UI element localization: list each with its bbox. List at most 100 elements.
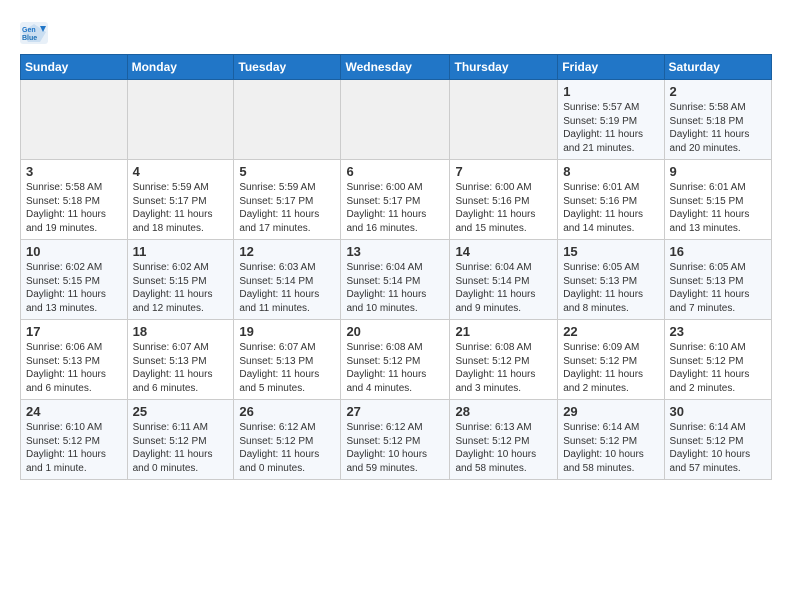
day-number: 16 xyxy=(670,244,766,259)
calendar-cell: 13 Sunrise: 6:04 AM Sunset: 5:14 PM Dayli… xyxy=(341,240,450,320)
logo: Gen Blue xyxy=(20,22,52,44)
day-info: Sunrise: 6:13 AM Sunset: 5:12 PM Dayligh… xyxy=(455,421,552,475)
day-info: Sunrise: 6:07 AM Sunset: 5:13 PM Dayligh… xyxy=(133,341,229,395)
day-info: Sunrise: 6:04 AM Sunset: 5:14 PM Dayligh… xyxy=(346,261,444,315)
calendar-cell: 29 Sunrise: 6:14 AM Sunset: 5:12 PM Dayli… xyxy=(558,400,664,480)
calendar-cell xyxy=(234,80,341,160)
calendar-cell: 6 Sunrise: 6:00 AM Sunset: 5:17 PM Daylig… xyxy=(341,160,450,240)
calendar-cell: 14Sunrise: 6:04 AM Sunset: 5:14 PM Dayli… xyxy=(450,240,558,320)
calendar-cell xyxy=(450,80,558,160)
day-number: 26 xyxy=(239,404,335,419)
week-row-2: 10 Sunrise: 6:02 AM Sunset: 5:15 PM Dayli… xyxy=(21,240,772,320)
week-row-1: 3 Sunrise: 5:58 AM Sunset: 5:18 PM Daylig… xyxy=(21,160,772,240)
calendar-cell: 12 Sunrise: 6:03 AM Sunset: 5:14 PM Dayli… xyxy=(234,240,341,320)
day-info: Sunrise: 6:08 AM Sunset: 5:12 PM Dayligh… xyxy=(455,341,552,395)
calendar-cell: 9Sunrise: 6:01 AM Sunset: 5:15 PM Daylig… xyxy=(664,160,771,240)
day-info: Sunrise: 6:10 AM Sunset: 5:12 PM Dayligh… xyxy=(670,341,766,395)
weekday-thursday: Thursday xyxy=(450,55,558,80)
calendar-cell: 17 Sunrise: 6:06 AM Sunset: 5:13 PM Dayli… xyxy=(21,320,128,400)
calendar-cell: 21 Sunrise: 6:08 AM Sunset: 5:12 PM Dayli… xyxy=(450,320,558,400)
day-info: Sunrise: 6:12 AM Sunset: 5:12 PM Dayligh… xyxy=(239,421,335,475)
day-number: 30 xyxy=(670,404,766,419)
header: Gen Blue xyxy=(20,18,772,44)
day-number: 6 xyxy=(346,164,444,179)
day-number: 17 xyxy=(26,324,122,339)
calendar-cell: 10 Sunrise: 6:02 AM Sunset: 5:15 PM Dayli… xyxy=(21,240,128,320)
day-number: 15 xyxy=(563,244,658,259)
calendar-cell xyxy=(127,80,234,160)
calendar-cell: 4 Sunrise: 5:59 AM Sunset: 5:17 PM Daylig… xyxy=(127,160,234,240)
calendar-cell: 2 Sunrise: 5:58 AM Sunset: 5:18 PM Daylig… xyxy=(664,80,771,160)
calendar-cell: 27 Sunrise: 6:12 AM Sunset: 5:12 PM Dayli… xyxy=(341,400,450,480)
day-info: Sunrise: 6:02 AM Sunset: 5:15 PM Dayligh… xyxy=(133,261,229,315)
day-info: Sunrise: 6:09 AM Sunset: 5:12 PM Dayligh… xyxy=(563,341,658,395)
day-number: 5 xyxy=(239,164,335,179)
day-number: 27 xyxy=(346,404,444,419)
day-info: Sunrise: 6:12 AM Sunset: 5:12 PM Dayligh… xyxy=(346,421,444,475)
day-number: 8 xyxy=(563,164,658,179)
day-number: 2 xyxy=(670,84,766,99)
day-number: 29 xyxy=(563,404,658,419)
calendar-cell: 7 Sunrise: 6:00 AM Sunset: 5:16 PM Daylig… xyxy=(450,160,558,240)
calendar-cell: 28 Sunrise: 6:13 AM Sunset: 5:12 PM Dayli… xyxy=(450,400,558,480)
calendar-header: SundayMondayTuesdayWednesdayThursdayFrid… xyxy=(21,55,772,80)
week-row-4: 24 Sunrise: 6:10 AM Sunset: 5:12 PM Dayli… xyxy=(21,400,772,480)
day-info: Sunrise: 6:07 AM Sunset: 5:13 PM Dayligh… xyxy=(239,341,335,395)
day-info: Sunrise: 6:14 AM Sunset: 5:12 PM Dayligh… xyxy=(563,421,658,475)
calendar-cell: 15 Sunrise: 6:05 AM Sunset: 5:13 PM Dayli… xyxy=(558,240,664,320)
day-number: 14 xyxy=(455,244,552,259)
weekday-header-row: SundayMondayTuesdayWednesdayThursdayFrid… xyxy=(21,55,772,80)
day-number: 20 xyxy=(346,324,444,339)
weekday-monday: Monday xyxy=(127,55,234,80)
svg-text:Gen: Gen xyxy=(22,27,36,34)
calendar-cell: 30 Sunrise: 6:14 AM Sunset: 5:12 PM Dayli… xyxy=(664,400,771,480)
weekday-saturday: Saturday xyxy=(664,55,771,80)
logo-icon: Gen Blue xyxy=(20,22,48,44)
weekday-tuesday: Tuesday xyxy=(234,55,341,80)
day-info: Sunrise: 6:02 AM Sunset: 5:15 PM Dayligh… xyxy=(26,261,122,315)
day-info: Sunrise: 6:10 AM Sunset: 5:12 PM Dayligh… xyxy=(26,421,122,475)
day-number: 18 xyxy=(133,324,229,339)
day-number: 10 xyxy=(26,244,122,259)
day-info: Sunrise: 6:05 AM Sunset: 5:13 PM Dayligh… xyxy=(670,261,766,315)
day-info: Sunrise: 6:01 AM Sunset: 5:15 PM Dayligh… xyxy=(670,181,766,235)
day-number: 4 xyxy=(133,164,229,179)
calendar-page: Gen Blue SundayMondayTuesdayWednesdayThu… xyxy=(0,0,792,498)
weekday-wednesday: Wednesday xyxy=(341,55,450,80)
day-info: Sunrise: 6:06 AM Sunset: 5:13 PM Dayligh… xyxy=(26,341,122,395)
weekday-friday: Friday xyxy=(558,55,664,80)
day-number: 21 xyxy=(455,324,552,339)
day-number: 7 xyxy=(455,164,552,179)
day-info: Sunrise: 6:05 AM Sunset: 5:13 PM Dayligh… xyxy=(563,261,658,315)
calendar-cell: 3 Sunrise: 5:58 AM Sunset: 5:18 PM Daylig… xyxy=(21,160,128,240)
week-row-0: 1Sunrise: 5:57 AM Sunset: 5:19 PM Daylig… xyxy=(21,80,772,160)
day-number: 24 xyxy=(26,404,122,419)
calendar-cell: 1Sunrise: 5:57 AM Sunset: 5:19 PM Daylig… xyxy=(558,80,664,160)
calendar-cell: 26 Sunrise: 6:12 AM Sunset: 5:12 PM Dayli… xyxy=(234,400,341,480)
day-info: Sunrise: 6:11 AM Sunset: 5:12 PM Dayligh… xyxy=(133,421,229,475)
day-number: 13 xyxy=(346,244,444,259)
day-number: 22 xyxy=(563,324,658,339)
calendar-table: SundayMondayTuesdayWednesdayThursdayFrid… xyxy=(20,54,772,480)
day-number: 12 xyxy=(239,244,335,259)
calendar-cell: 18 Sunrise: 6:07 AM Sunset: 5:13 PM Dayli… xyxy=(127,320,234,400)
day-number: 11 xyxy=(133,244,229,259)
day-info: Sunrise: 5:58 AM Sunset: 5:18 PM Dayligh… xyxy=(670,101,766,155)
calendar-cell: 24 Sunrise: 6:10 AM Sunset: 5:12 PM Dayli… xyxy=(21,400,128,480)
day-number: 3 xyxy=(26,164,122,179)
day-info: Sunrise: 6:03 AM Sunset: 5:14 PM Dayligh… xyxy=(239,261,335,315)
day-info: Sunrise: 5:59 AM Sunset: 5:17 PM Dayligh… xyxy=(133,181,229,235)
day-info: Sunrise: 6:14 AM Sunset: 5:12 PM Dayligh… xyxy=(670,421,766,475)
calendar-cell: 25Sunrise: 6:11 AM Sunset: 5:12 PM Dayli… xyxy=(127,400,234,480)
day-number: 1 xyxy=(563,84,658,99)
day-info: Sunrise: 5:58 AM Sunset: 5:18 PM Dayligh… xyxy=(26,181,122,235)
calendar-cell: 8Sunrise: 6:01 AM Sunset: 5:16 PM Daylig… xyxy=(558,160,664,240)
calendar-cell xyxy=(21,80,128,160)
day-number: 28 xyxy=(455,404,552,419)
calendar-cell: 5Sunrise: 5:59 AM Sunset: 5:17 PM Daylig… xyxy=(234,160,341,240)
day-info: Sunrise: 6:00 AM Sunset: 5:17 PM Dayligh… xyxy=(346,181,444,235)
calendar-cell: 16 Sunrise: 6:05 AM Sunset: 5:13 PM Dayli… xyxy=(664,240,771,320)
weekday-sunday: Sunday xyxy=(21,55,128,80)
day-info: Sunrise: 6:00 AM Sunset: 5:16 PM Dayligh… xyxy=(455,181,552,235)
calendar-body: 1Sunrise: 5:57 AM Sunset: 5:19 PM Daylig… xyxy=(21,80,772,480)
